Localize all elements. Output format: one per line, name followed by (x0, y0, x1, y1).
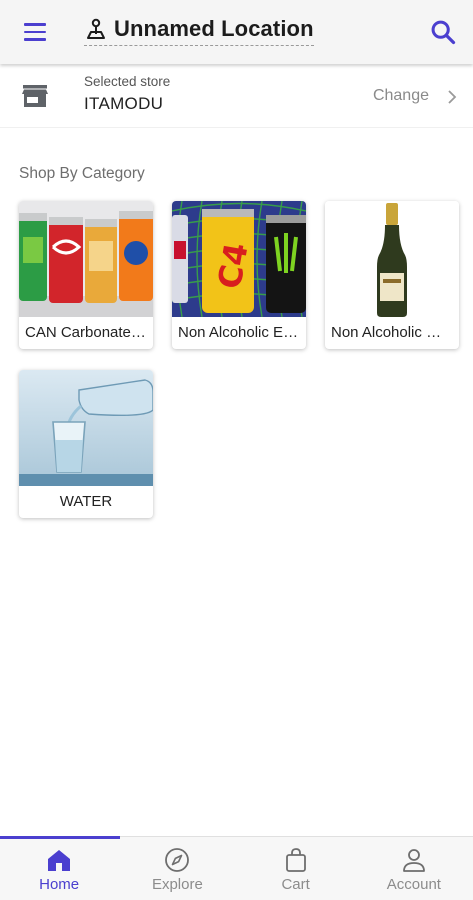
category-label: Non Alcoholic Energy Drinks (178, 324, 306, 341)
category-card-can-carbonated[interactable]: CAN Carbonated Drinks (19, 201, 153, 349)
hamburger-menu-icon (24, 23, 46, 26)
home-icon (48, 850, 71, 871)
location-selector[interactable]: Unnamed Location (84, 14, 314, 46)
compass-icon (165, 848, 190, 872)
search-icon[interactable] (429, 18, 457, 46)
store-caption: Selected store (84, 74, 171, 89)
energy-cans-image: C4 (172, 201, 306, 317)
app-root: Unnamed Location Selected store ITAMODU … (0, 0, 473, 900)
storefront-icon (22, 85, 48, 107)
shopping-bag-icon (285, 848, 306, 872)
menu-button[interactable] (16, 18, 54, 46)
category-label: Non Alcoholic Wine (331, 324, 459, 341)
svg-text:C4: C4 (210, 240, 255, 292)
change-store-button[interactable]: Change (373, 87, 429, 105)
nav-item-account[interactable]: Account (355, 837, 473, 900)
nav-label: Explore (151, 876, 203, 893)
bottom-navigation: Home Explore Cart Account (0, 836, 473, 900)
section-title: Shop By Category (19, 165, 145, 182)
category-label: CAN Carbonated Drinks (25, 324, 153, 341)
wine-bottle-image (325, 201, 459, 317)
nav-label: Cart (281, 876, 310, 893)
store-name: ITAMODU (84, 94, 164, 113)
nav-item-home[interactable]: Home (0, 837, 118, 900)
cans-soda-image (19, 201, 153, 317)
category-card-non-alcoholic-wine[interactable]: Non Alcoholic Wine (325, 201, 459, 349)
chevron-right-icon[interactable] (445, 89, 459, 105)
category-card-energy-drinks[interactable]: C4 Non Alcoholic Energy Drinks (172, 201, 306, 349)
nav-item-explore[interactable]: Explore (118, 837, 236, 900)
water-pour-image (19, 370, 153, 486)
category-card-water[interactable]: WATER (19, 370, 153, 518)
selected-store-bar[interactable]: Selected store ITAMODU Change (0, 66, 473, 128)
top-app-bar: Unnamed Location (0, 0, 473, 64)
location-title: Unnamed Location (114, 15, 314, 41)
person-icon (402, 849, 425, 872)
map-pin-icon (87, 18, 105, 39)
nav-label: Account (386, 876, 441, 893)
nav-item-cart[interactable]: Cart (237, 837, 355, 900)
category-label: WATER (59, 493, 113, 510)
nav-label: Home (39, 876, 80, 893)
